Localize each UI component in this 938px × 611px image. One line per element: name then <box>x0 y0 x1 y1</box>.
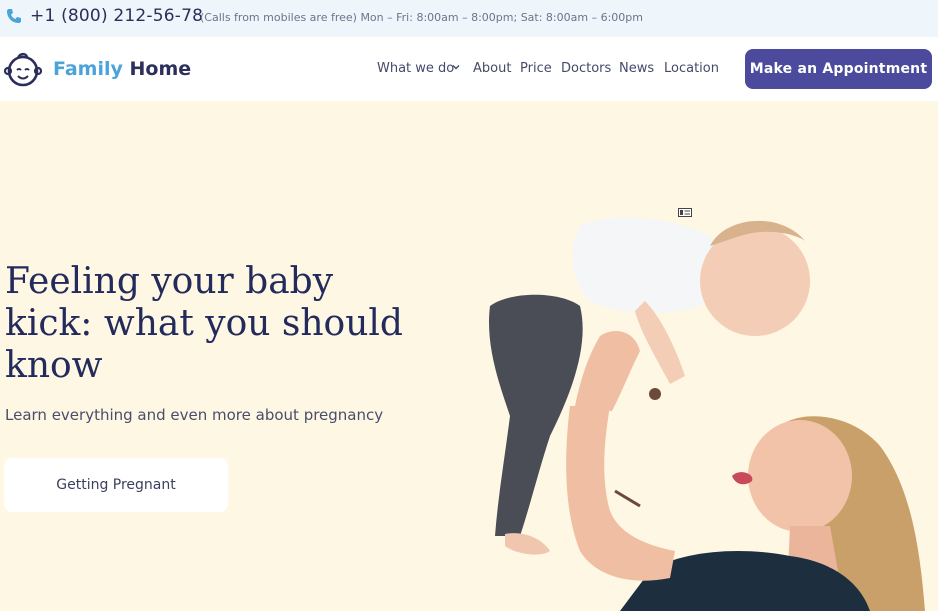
getting-pregnant-button[interactable]: Getting Pregnant <box>4 458 228 512</box>
site-logo-text[interactable]: Family Home <box>53 58 191 80</box>
baby-face-icon[interactable] <box>4 51 42 87</box>
logo-word-home: Home <box>129 58 192 80</box>
phone-icon <box>7 9 21 23</box>
phone-number[interactable]: +1 (800) 212-56-78 <box>30 6 203 26</box>
chevron-down-icon[interactable] <box>452 63 460 71</box>
nav-news[interactable]: News <box>619 61 654 76</box>
mother-and-baby-image <box>489 217 925 611</box>
nav-about[interactable]: About <box>473 61 511 76</box>
nav-price[interactable]: Price <box>520 61 552 76</box>
top-contact-bar: +1 (800) 212-56-78 (Calls from mobiles a… <box>0 0 938 37</box>
opening-hours: (Calls from mobiles are free) Mon – Fri:… <box>200 11 643 24</box>
nav-doctors[interactable]: Doctors <box>561 61 611 76</box>
make-appointment-button[interactable]: Make an Appointment <box>745 49 932 89</box>
hero-title: Feeling your baby kick: what you should … <box>5 261 403 386</box>
hero-subtitle: Learn everything and even more about pre… <box>5 406 384 424</box>
nav-what-we-do[interactable]: What we do <box>377 61 454 76</box>
logo-word-family: Family <box>53 58 123 80</box>
hero-section: Feeling your baby kick: what you should … <box>0 101 938 611</box>
nav-location[interactable]: Location <box>664 61 719 76</box>
main-header: Family Home What we do About Price Docto… <box>0 37 938 101</box>
